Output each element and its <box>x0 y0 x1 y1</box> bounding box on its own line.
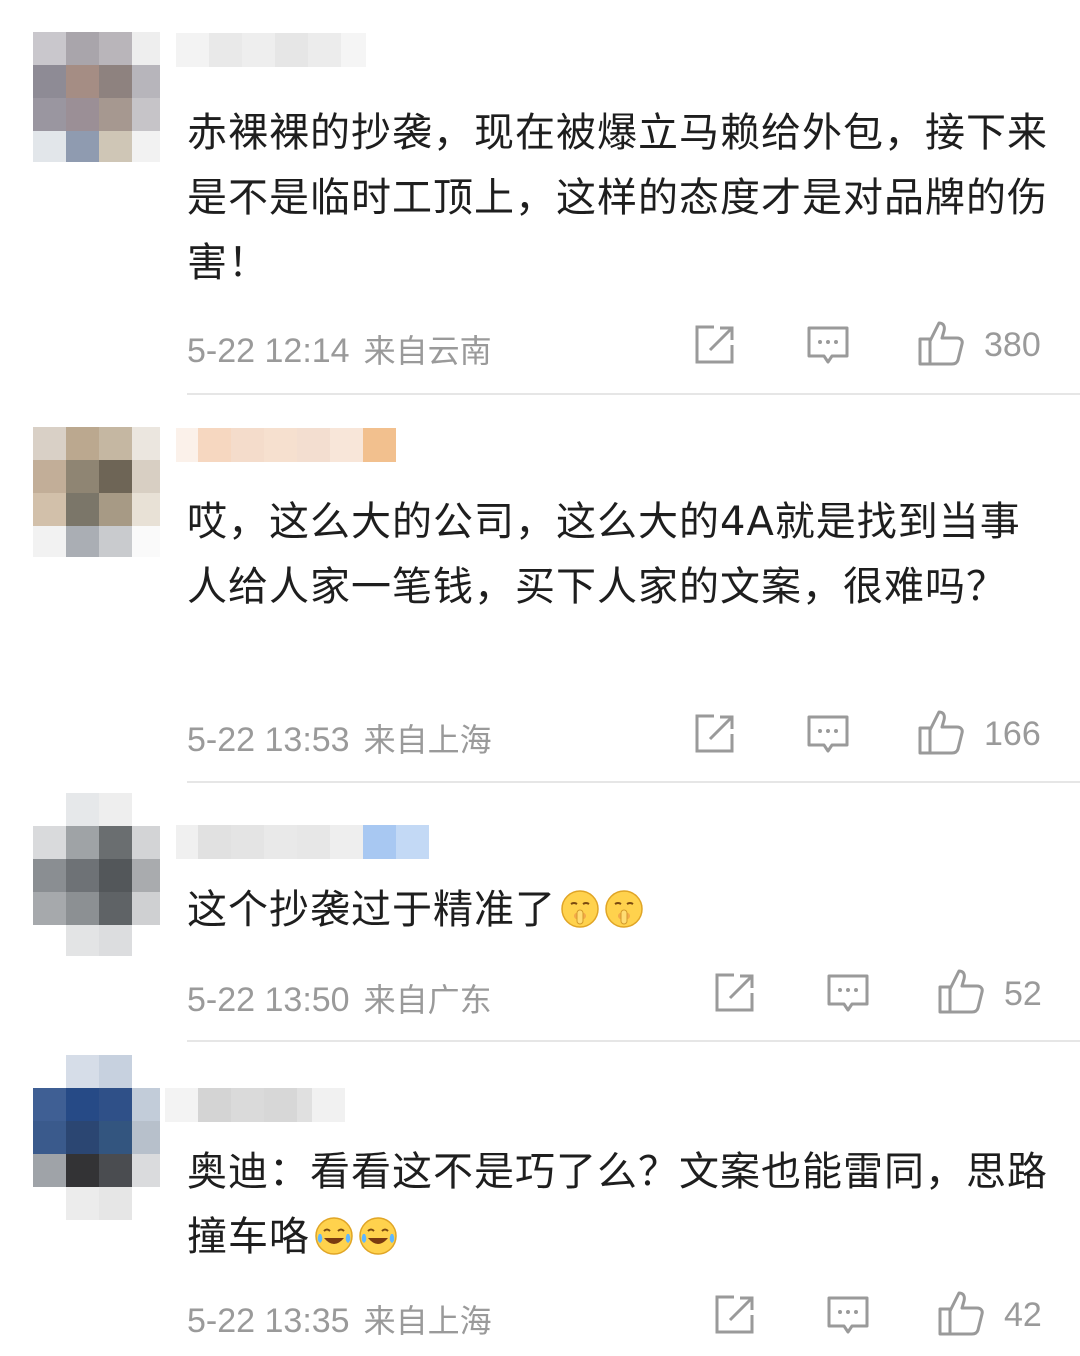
shush-face-emoji <box>605 890 643 928</box>
comment-text-body: 这个抄袭过于精准了 <box>187 887 556 933</box>
share-icon[interactable] <box>712 1293 756 1337</box>
like-count: 380 <box>984 326 1041 364</box>
comment-location: 来自上海 <box>363 721 492 759</box>
comment-location: 来自广东 <box>363 981 492 1019</box>
thumbs-up-icon[interactable] <box>917 708 965 756</box>
crying-laughing-emoji <box>315 1217 353 1255</box>
username-blurred[interactable] <box>176 33 366 67</box>
comment-icon[interactable] <box>806 323 850 367</box>
thumbs-up-icon[interactable] <box>917 319 965 367</box>
avatar[interactable] <box>33 427 160 557</box>
comment-icon[interactable] <box>806 712 850 756</box>
comment-item: 赤裸裸的抄袭，现在被爆立马赖给外包，接下来是不是临时工顶上，这样的态度才是对品牌… <box>0 0 1080 395</box>
shush-face-emoji <box>561 890 599 928</box>
comment-icon[interactable] <box>826 1293 870 1337</box>
comment-location: 来自上海 <box>363 1302 492 1340</box>
username-blurred[interactable] <box>165 1088 345 1122</box>
like-count: 166 <box>984 715 1041 753</box>
avatar[interactable] <box>33 1055 160 1220</box>
like-count: 52 <box>1004 975 1042 1013</box>
divider <box>187 781 1080 783</box>
comment-time: 5-22 13:53 <box>187 721 350 759</box>
comment-location: 来自云南 <box>363 332 492 370</box>
like-count: 42 <box>1004 1296 1042 1334</box>
crying-laughing-emoji <box>359 1217 397 1255</box>
avatar[interactable] <box>33 793 160 956</box>
avatar[interactable] <box>33 32 160 162</box>
comment-time: 5-22 13:35 <box>187 1302 350 1340</box>
share-icon[interactable] <box>692 323 736 367</box>
comment-text: 这个抄袭过于精准了 <box>187 878 1057 943</box>
comment-text: 赤裸裸的抄袭，现在被爆立马赖给外包，接下来是不是临时工顶上，这样的态度才是对品牌… <box>187 110 1048 286</box>
comment-meta: 5-22 13:53 来自上海 <box>187 715 492 761</box>
comment-meta: 5-22 13:35 来自上海 <box>187 1296 492 1342</box>
thumbs-up-icon[interactable] <box>937 967 985 1015</box>
comment-meta: 5-22 12:14 来自云南 <box>187 326 492 372</box>
thumbs-up-icon[interactable] <box>937 1289 985 1337</box>
username-blurred[interactable] <box>176 428 396 462</box>
divider <box>187 1040 1080 1042</box>
comment-text: 哎，这么大的公司，这么大的4A就是找到当事人给人家一笔钱，买下人家的文案，很难吗… <box>187 499 1021 610</box>
comment-meta: 5-22 13:50 来自广东 <box>187 975 492 1021</box>
comment-item: 哎，这么大的公司，这么大的4A就是找到当事人给人家一笔钱，买下人家的文案，很难吗… <box>0 395 1080 785</box>
comment-time: 5-22 12:14 <box>187 332 350 370</box>
comment-time: 5-22 13:50 <box>187 981 350 1019</box>
comment-icon[interactable] <box>826 971 870 1015</box>
comment-item: 奥迪：看看这不是巧了么？文案也能雷同，思路撞车咯 5-22 13:35 来自上海 … <box>0 1043 1080 1356</box>
share-icon[interactable] <box>712 971 756 1015</box>
username-blurred[interactable] <box>176 825 430 859</box>
comment-item: 这个抄袭过于精准了 5-22 13:50 来自广东 52 <box>0 785 1080 1043</box>
share-icon[interactable] <box>692 712 736 756</box>
comment-text: 奥迪：看看这不是巧了么？文案也能雷同，思路撞车咯 <box>187 1140 1057 1270</box>
